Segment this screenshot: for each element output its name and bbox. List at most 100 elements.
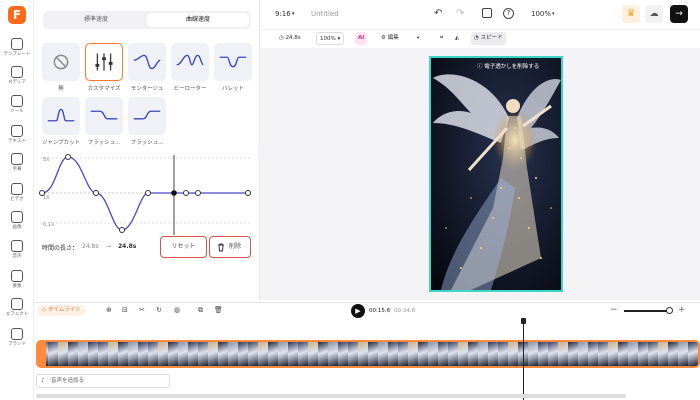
zoom-in-icon[interactable]: +	[678, 305, 686, 315]
duplicate-icon[interactable]: ⧉	[198, 306, 203, 315]
rail-item-1[interactable]: メディア	[0, 64, 34, 90]
preset-flash-in[interactable]	[85, 97, 123, 135]
screenshot-icon[interactable]	[482, 8, 492, 18]
edit-button[interactable]: ⚙ 編集	[378, 32, 402, 45]
clip-thumbnail	[238, 342, 248, 366]
reset-button[interactable]: リセット	[160, 236, 207, 258]
flip-icon[interactable]: ◭	[452, 32, 462, 45]
duration-chip-label: 24.8s	[285, 35, 301, 41]
video-preview[interactable]	[429, 56, 563, 292]
volume-icon[interactable]: 🔈︎	[414, 32, 423, 45]
play-button[interactable]: ▶	[351, 304, 365, 318]
preset-custom[interactable]	[85, 43, 123, 81]
rail-item-9[interactable]: エフェクト	[0, 296, 34, 322]
timeline-toolbar	[34, 302, 700, 320]
zoom-out-icon[interactable]: −	[610, 305, 618, 315]
rail-item-0[interactable]: テンプレート	[0, 36, 34, 62]
crown-icon[interactable]: ♛	[622, 5, 640, 23]
timeline-toggle[interactable]: ◇ タイムライン	[38, 305, 85, 316]
preset-label-hero: ヒーローター	[173, 86, 207, 92]
sliders-icon	[95, 53, 113, 71]
clip-thumbnail	[408, 342, 418, 366]
timeline-toggle-label: タイムライン	[47, 307, 81, 313]
timeline-zoom-slider[interactable]	[624, 310, 670, 312]
rail-item-7[interactable]: 音声	[0, 238, 34, 264]
rail-item-2[interactable]: ツール	[0, 93, 34, 119]
ai-button[interactable]: AI	[355, 32, 368, 45]
app-logo[interactable]: F	[8, 6, 26, 24]
music-note-icon: ♪	[41, 377, 45, 384]
aspect-ratio-select[interactable]: 9:16	[275, 10, 291, 18]
clip-thumbnail	[498, 342, 508, 366]
add-clip-icon[interactable]: ⊕	[106, 306, 112, 314]
preset-label-montage: モンタージュ	[130, 86, 164, 92]
clip-thumbnail	[128, 342, 138, 366]
clip-thumbnail	[328, 342, 338, 366]
rail-item-3[interactable]: テキスト	[0, 123, 34, 149]
preset-bullet[interactable]	[214, 43, 252, 81]
curve-flash-out-icon	[133, 110, 161, 120]
clip-thumbnail	[528, 342, 538, 366]
video-track-clip[interactable]	[36, 340, 700, 368]
preset-label-flash-out: フラッシュ...	[130, 140, 164, 146]
duration-from: 24.8s	[82, 243, 99, 250]
rail-item-4[interactable]: 字幕	[0, 151, 34, 177]
split-icon[interactable]: ⊟	[122, 306, 128, 314]
preset-hero[interactable]	[171, 43, 209, 81]
speed-button[interactable]: ◔ スピード	[471, 32, 506, 45]
rail-item-10[interactable]: ブランド	[0, 326, 34, 352]
tab-normal-speed[interactable]: 標準速度	[45, 13, 147, 27]
rail-item-5[interactable]: ビデオ	[0, 181, 34, 207]
clip-zoom-select[interactable]: 100% ▾	[316, 32, 345, 45]
timeline-trash-icon[interactable]: 🗑︎	[214, 306, 223, 314]
total-time: 00:34.8	[394, 308, 416, 314]
clip-thumbnail	[148, 342, 158, 366]
redo-icon[interactable]: ↷	[456, 8, 464, 19]
clip-thumbnail	[138, 342, 148, 366]
tab-curve-speed[interactable]: 曲線速度	[147, 13, 249, 27]
preset-label-custom: カスタマイズ	[87, 86, 121, 92]
preset-none[interactable]	[42, 43, 80, 81]
crop-icon[interactable]: ⌗	[437, 32, 446, 45]
project-title[interactable]: Untitled	[311, 10, 339, 18]
remove-watermark-link[interactable]: ⓘ 電子透かしを削除する	[477, 62, 561, 72]
duration-chip[interactable]: ◷ 24.8s	[276, 32, 304, 45]
timeline-zoom-thumb[interactable]	[666, 307, 673, 314]
rail-item-8[interactable]: 要素	[0, 268, 34, 294]
delete-button-label: 削除	[228, 243, 241, 250]
rail-item-6[interactable]: 画像	[0, 209, 34, 235]
delete-button[interactable]: 削除	[209, 236, 251, 258]
clip-thumbnail	[668, 342, 678, 366]
no-icon	[53, 54, 69, 70]
loop-icon[interactable]: ↻	[156, 306, 162, 314]
clip-thumbnail	[568, 342, 578, 366]
clip-trim-left[interactable]	[38, 342, 46, 366]
help-icon[interactable]: ?	[503, 8, 514, 19]
cloud-icon[interactable]: ☁	[645, 5, 663, 23]
comment-icon[interactable]: ◍	[174, 306, 180, 314]
preset-label-jumpcut: ジャンプカット	[41, 140, 81, 146]
speed-curve-editor[interactable]	[36, 150, 256, 240]
zoom-select[interactable]: 100%	[531, 10, 551, 18]
undo-icon[interactable]: ↶	[434, 8, 442, 19]
horizontal-scrollbar[interactable]	[36, 394, 626, 398]
playhead-point[interactable]	[171, 190, 177, 196]
rail-item-label: ビデオ	[10, 197, 24, 202]
clip-thumbnail	[178, 342, 188, 366]
preset-flash-out[interactable]	[128, 97, 166, 135]
clip-thumbnail	[608, 342, 618, 366]
clip-thumbnail	[688, 342, 698, 366]
export-button[interactable]: →	[670, 5, 688, 23]
curve-flash-in-icon	[90, 110, 118, 120]
duration-label: 時間の長さ：	[42, 245, 79, 252]
preset-montage[interactable]	[128, 43, 166, 81]
clip-thumbnail	[478, 342, 488, 366]
media-icon	[11, 66, 23, 78]
clip-thumbnail	[208, 342, 218, 366]
add-audio-button[interactable]: 音声を追加る	[36, 374, 170, 388]
clip-thumbnail	[268, 342, 278, 366]
clip-thumbnail	[388, 342, 398, 366]
scissors-icon[interactable]: ✂	[139, 306, 145, 314]
curve-montage-icon	[133, 54, 161, 70]
preset-jumpcut[interactable]	[42, 97, 80, 135]
